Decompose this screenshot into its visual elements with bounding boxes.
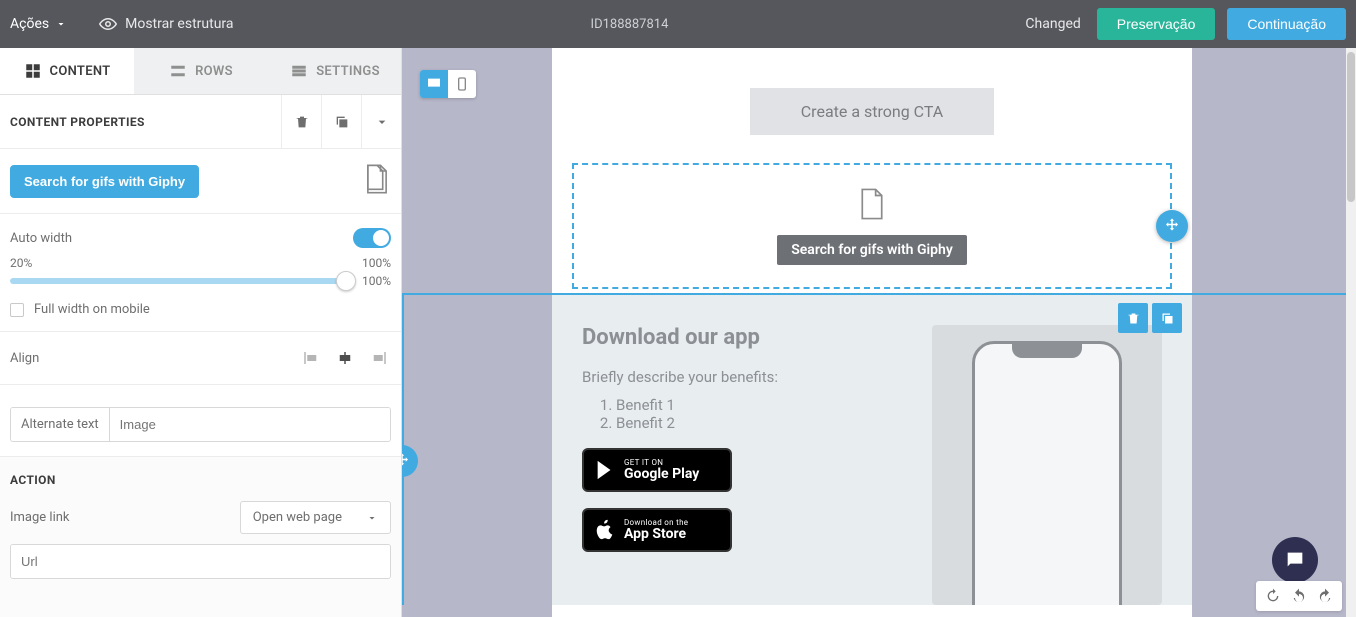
tab-settings[interactable]: SETTINGS bbox=[268, 48, 402, 94]
align-right-button[interactable] bbox=[367, 346, 391, 370]
phone-body bbox=[972, 341, 1122, 605]
chevron-down-icon bbox=[55, 18, 67, 30]
canvas: Create a strong CTA Search for gifs with… bbox=[402, 48, 1346, 617]
block-move-handle[interactable] bbox=[1156, 210, 1188, 242]
history-button[interactable] bbox=[1262, 585, 1284, 607]
document-id: ID188887814 bbox=[234, 17, 1026, 32]
section-header: CONTENT PROPERTIES bbox=[0, 95, 401, 149]
redo-icon bbox=[1317, 588, 1333, 604]
align-center-icon bbox=[336, 349, 354, 367]
section-title: CONTENT PROPERTIES bbox=[10, 115, 281, 129]
status-changed: Changed bbox=[1025, 16, 1080, 32]
topbar: Ações Mostrar estrutura ID188887814 Chan… bbox=[0, 0, 1356, 48]
app-store-badge[interactable]: Download on theApp Store bbox=[582, 508, 732, 552]
giphy-block[interactable]: Search for gifs with Giphy bbox=[572, 163, 1172, 289]
collapse-button[interactable] bbox=[361, 95, 401, 149]
tab-rows[interactable]: ROWS bbox=[134, 48, 268, 94]
scrollbar-thumb[interactable] bbox=[1347, 52, 1355, 202]
move-icon bbox=[1163, 217, 1181, 235]
list-item: Benefit 2 bbox=[616, 414, 922, 432]
device-toggle bbox=[420, 70, 476, 98]
continue-button[interactable]: Continuação bbox=[1227, 8, 1346, 40]
giphy-chip[interactable]: Search for gifs with Giphy bbox=[777, 235, 967, 265]
full-width-mobile-label: Full width on mobile bbox=[34, 302, 150, 317]
align-right-icon bbox=[370, 349, 388, 367]
settings-icon bbox=[290, 62, 308, 80]
actions-menu[interactable]: Ações bbox=[10, 16, 67, 32]
google-play-icon bbox=[594, 459, 616, 481]
desktop-view-button[interactable] bbox=[420, 70, 448, 98]
align-left-button[interactable] bbox=[299, 346, 323, 370]
show-structure-toggle[interactable]: Mostrar estrutura bbox=[99, 15, 233, 33]
undo-icon bbox=[1291, 588, 1307, 604]
image-placeholder-icon bbox=[857, 187, 887, 225]
side-tabs: CONTENT ROWS SETTINGS bbox=[0, 48, 402, 95]
action-section-title: ACTION bbox=[0, 457, 401, 497]
rows-icon bbox=[169, 62, 187, 80]
url-input[interactable] bbox=[11, 545, 390, 578]
alt-text-input-group: Alternate text bbox=[10, 407, 391, 442]
desktop-icon bbox=[426, 76, 442, 92]
slider-min: 20% bbox=[10, 256, 32, 270]
email-body: Create a strong CTA Search for gifs with… bbox=[552, 48, 1192, 617]
link-type-select[interactable]: Open web page bbox=[240, 501, 391, 534]
link-type-value: Open web page bbox=[253, 510, 342, 525]
side-panel: CONTENT ROWS SETTINGS CONTENT PROPERTIES… bbox=[0, 48, 402, 617]
chevron-down-icon bbox=[366, 512, 378, 524]
list-item: Benefit 1 bbox=[616, 396, 922, 414]
alt-text-label: Alternate text bbox=[11, 408, 110, 441]
trash-icon bbox=[294, 114, 310, 130]
row-move-handle[interactable] bbox=[402, 445, 418, 477]
show-structure-label: Mostrar estrutura bbox=[125, 16, 233, 32]
eye-icon bbox=[99, 15, 117, 33]
auto-width-label: Auto width bbox=[10, 231, 72, 246]
chat-icon bbox=[1284, 549, 1306, 571]
duplicate-button[interactable] bbox=[321, 95, 361, 149]
row-block[interactable]: Row Download our app Briefly describe yo… bbox=[552, 293, 1192, 605]
mobile-icon bbox=[454, 76, 470, 92]
row-delete-button[interactable] bbox=[1118, 303, 1148, 333]
slider-max: 100% bbox=[362, 256, 391, 270]
mobile-view-button[interactable] bbox=[448, 70, 476, 98]
benefits-list: Benefit 1 Benefit 2 bbox=[616, 396, 922, 432]
scrollbar[interactable] bbox=[1346, 48, 1356, 617]
row-subheading: Briefly describe your benefits: bbox=[582, 368, 922, 386]
slider-value: 100% bbox=[362, 274, 391, 288]
redo-button[interactable] bbox=[1314, 585, 1336, 607]
url-input-group bbox=[10, 544, 391, 579]
actions-label: Ações bbox=[10, 16, 49, 32]
auto-width-toggle[interactable] bbox=[353, 228, 391, 248]
phone-notch bbox=[1012, 344, 1082, 358]
history-toolbar bbox=[1256, 581, 1342, 611]
slider-thumb[interactable] bbox=[336, 271, 356, 291]
width-slider[interactable] bbox=[10, 278, 348, 284]
tab-content[interactable]: CONTENT bbox=[0, 48, 134, 94]
align-label: Align bbox=[10, 351, 39, 366]
row-duplicate-button[interactable] bbox=[1152, 303, 1182, 333]
history-icon bbox=[1265, 588, 1281, 604]
move-icon bbox=[402, 452, 411, 470]
alt-text-input[interactable] bbox=[110, 408, 390, 441]
delete-button[interactable] bbox=[281, 95, 321, 149]
trash-icon bbox=[1126, 311, 1141, 326]
preserve-button[interactable]: Preservação bbox=[1097, 8, 1216, 40]
image-placeholder-icon bbox=[363, 163, 391, 199]
google-play-badge[interactable]: GET IT ONGoogle Play bbox=[582, 448, 732, 492]
phone-mockup bbox=[932, 325, 1162, 605]
undo-button[interactable] bbox=[1288, 585, 1310, 607]
chevron-down-icon bbox=[374, 114, 390, 130]
apple-icon bbox=[594, 519, 616, 541]
grid-icon bbox=[24, 62, 42, 80]
cta-block[interactable]: Create a strong CTA bbox=[750, 88, 994, 135]
duplicate-icon bbox=[1160, 311, 1175, 326]
align-left-icon bbox=[302, 349, 320, 367]
row-heading: Download our app bbox=[582, 325, 922, 350]
giphy-search-button[interactable]: Search for gifs with Giphy bbox=[10, 165, 199, 198]
image-link-label: Image link bbox=[10, 510, 70, 525]
chat-button[interactable] bbox=[1272, 537, 1318, 583]
align-center-button[interactable] bbox=[333, 346, 357, 370]
duplicate-icon bbox=[334, 114, 350, 130]
full-width-mobile-checkbox[interactable] bbox=[10, 303, 24, 317]
